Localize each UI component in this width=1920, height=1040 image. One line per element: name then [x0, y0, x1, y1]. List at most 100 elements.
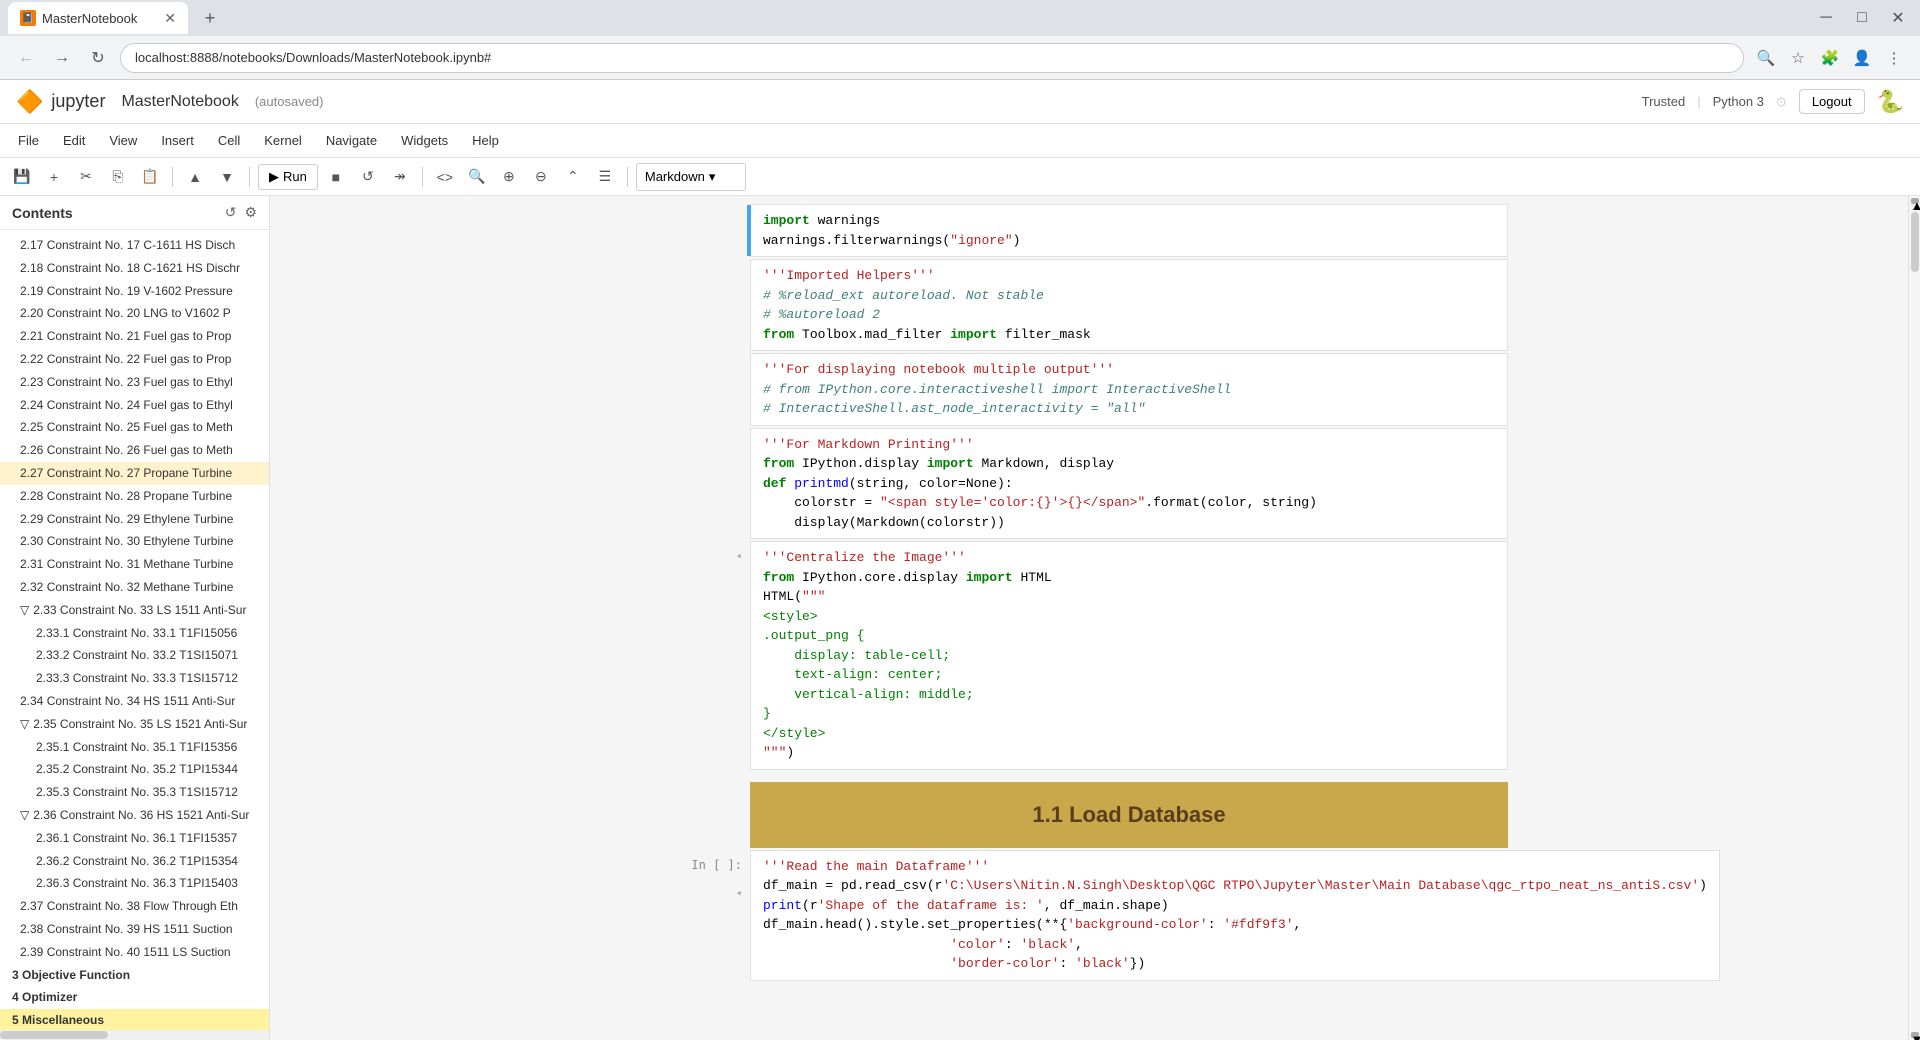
- move-down-button[interactable]: ▼: [213, 163, 241, 191]
- toc-item-2-30[interactable]: 2.30 Constraint No. 30 Ethylene Turbine: [0, 530, 269, 553]
- search-icon[interactable]: 🔍: [1752, 44, 1780, 72]
- restart-run-button[interactable]: ↠: [386, 163, 414, 191]
- cell-content-load-db[interactable]: '''Read the main Dataframe''' df_main = …: [750, 850, 1720, 981]
- code-button[interactable]: <>: [431, 163, 459, 191]
- forward-button[interactable]: →: [48, 44, 76, 72]
- cell-content[interactable]: '''Imported Helpers''' # %reload_ext aut…: [750, 259, 1508, 351]
- bookmark-icon[interactable]: ☆: [1784, 44, 1812, 72]
- toc-item-2-32[interactable]: 2.32 Constraint No. 32 Methane Turbine: [0, 576, 269, 599]
- collapse-cell-icon[interactable]: ◂: [735, 549, 742, 562]
- toc-item-2-21[interactable]: 2.21 Constraint No. 21 Fuel gas to Prop: [0, 325, 269, 348]
- scrollbar-thumb[interactable]: [1911, 212, 1919, 272]
- toc-item-2-20[interactable]: 2.20 Constraint No. 20 LNG to V1602 P: [0, 302, 269, 325]
- move-up-button[interactable]: ▲: [181, 163, 209, 191]
- close-button[interactable]: ✕: [1884, 4, 1912, 32]
- back-button[interactable]: ←: [12, 44, 40, 72]
- sidebar-refresh-icon[interactable]: ↺: [225, 204, 237, 221]
- toc-item-2-39[interactable]: 2.39 Constraint No. 40 1511 LS Suction: [0, 941, 269, 964]
- copy-button[interactable]: ⎘: [104, 163, 132, 191]
- toc-item-2-38[interactable]: 2.38 Constraint No. 39 HS 1511 Suction: [0, 918, 269, 941]
- toc-item-2-35-3[interactable]: 2.35.3 Constraint No. 35.3 T1SI15712: [0, 781, 269, 804]
- save-button[interactable]: 💾: [8, 163, 36, 191]
- paste-button[interactable]: 📋: [136, 163, 164, 191]
- toc-item-2-29[interactable]: 2.29 Constraint No. 29 Ethylene Turbine: [0, 508, 269, 531]
- toc-item-2-27[interactable]: 2.27 Constraint No. 27 Propane Turbine: [0, 462, 269, 485]
- menu-edit[interactable]: Edit: [53, 129, 95, 152]
- toc-item-2-35[interactable]: ▽2.35 Constraint No. 35 LS 1521 Anti-Sur: [0, 713, 269, 736]
- toc-item-2-34[interactable]: 2.34 Constraint No. 34 HS 1511 Anti-Sur: [0, 690, 269, 713]
- toc-item-2-33-3[interactable]: 2.33.3 Constraint No. 33.3 T1SI15712: [0, 667, 269, 690]
- toc-item-2-22[interactable]: 2.22 Constraint No. 22 Fuel gas to Prop: [0, 348, 269, 371]
- cell-content[interactable]: '''For displaying notebook multiple outp…: [750, 353, 1508, 426]
- run-button[interactable]: ▶ Run: [258, 164, 318, 190]
- toc-item-2-36[interactable]: ▽2.36 Constraint No. 36 HS 1521 Anti-Sur: [0, 804, 269, 827]
- reload-button[interactable]: ↻: [84, 44, 112, 72]
- toc-item-2-36-2[interactable]: 2.36.2 Constraint No. 36.2 T1PI15354: [0, 850, 269, 873]
- browser-tab[interactable]: 📓 MasterNotebook ✕: [8, 2, 188, 34]
- toc-item-2-23[interactable]: 2.23 Constraint No. 23 Fuel gas to Ethyl: [0, 371, 269, 394]
- collapse-loaddb-icon[interactable]: ◂: [735, 886, 742, 899]
- toc-item-2-35-2[interactable]: 2.35.2 Constraint No. 35.2 T1PI15344: [0, 758, 269, 781]
- toc-item-2-17[interactable]: 2.17 Constraint No. 17 C-1611 HS Disch: [0, 234, 269, 257]
- menu-kernel[interactable]: Kernel: [254, 129, 312, 152]
- toc-item-2-25[interactable]: 2.25 Constraint No. 25 Fuel gas to Meth: [0, 416, 269, 439]
- menu-navigate[interactable]: Navigate: [316, 129, 387, 152]
- cell-content[interactable]: '''For Markdown Printing''' from IPython…: [750, 428, 1508, 540]
- zoom-out-button[interactable]: ⊖: [527, 163, 555, 191]
- maximize-button[interactable]: □: [1848, 4, 1876, 32]
- notebook-area[interactable]: import warnings warnings.filterwarnings(…: [270, 196, 1908, 1040]
- toc-item-2-36-1[interactable]: 2.36.1 Constraint No. 36.1 T1FI15357: [0, 827, 269, 850]
- toc-item-2-28[interactable]: 2.28 Constraint No. 28 Propane Turbine: [0, 485, 269, 508]
- logout-button[interactable]: Logout: [1799, 89, 1865, 114]
- right-scrollbar[interactable]: ▲ ▼: [1908, 196, 1920, 1040]
- toc-item-2-18[interactable]: 2.18 Constraint No. 18 C-1621 HS Dischr: [0, 257, 269, 280]
- cell-prompt: [670, 428, 750, 540]
- python-icon: 🐍: [1877, 89, 1904, 115]
- toc-item-2-33-1[interactable]: 2.33.1 Constraint No. 33.1 T1FI15056: [0, 622, 269, 645]
- search-button[interactable]: 🔍: [463, 163, 491, 191]
- scroll-down-arrow[interactable]: ▼: [1911, 1032, 1919, 1038]
- toggle-output-button[interactable]: ⌃: [559, 163, 587, 191]
- sidebar-settings-icon[interactable]: ⚙: [244, 204, 257, 221]
- profile-icon[interactable]: 👤: [1848, 44, 1876, 72]
- toc-item-3[interactable]: 3 Objective Function: [0, 964, 269, 987]
- toggle-headers-button[interactable]: ☰: [591, 163, 619, 191]
- sidebar-bottom-scrollbar[interactable]: [0, 1030, 269, 1040]
- toc-item-2-33-2[interactable]: 2.33.2 Constraint No. 33.2 T1SI15071: [0, 644, 269, 667]
- address-bar[interactable]: localhost:8888/notebooks/Downloads/Maste…: [120, 43, 1744, 73]
- code-line: '''For Markdown Printing''': [763, 435, 1495, 455]
- toc-item-2-36-3[interactable]: 2.36.3 Constraint No. 36.3 T1PI15403: [0, 872, 269, 895]
- toc-item-4[interactable]: 4 Optimizer: [0, 986, 269, 1009]
- cell-content[interactable]: '''Centralize the Image''' from IPython.…: [750, 541, 1508, 770]
- notebook-title[interactable]: MasterNotebook: [121, 93, 238, 111]
- extensions-icon[interactable]: 🧩: [1816, 44, 1844, 72]
- menu-view[interactable]: View: [99, 129, 147, 152]
- sidebar-icons: ↺ ⚙: [225, 204, 257, 221]
- toc-item-2-26[interactable]: 2.26 Constraint No. 26 Fuel gas to Meth: [0, 439, 269, 462]
- cut-button[interactable]: ✂: [72, 163, 100, 191]
- interrupt-button[interactable]: ■: [322, 163, 350, 191]
- cell-type-dropdown[interactable]: Markdown ▾: [636, 163, 746, 191]
- restart-button[interactable]: ↺: [354, 163, 382, 191]
- menu-widgets[interactable]: Widgets: [391, 129, 458, 152]
- toc-item-2-31[interactable]: 2.31 Constraint No. 31 Methane Turbine: [0, 553, 269, 576]
- tab-close-button[interactable]: ✕: [164, 10, 176, 27]
- menu-cell[interactable]: Cell: [208, 129, 250, 152]
- menu-help[interactable]: Help: [462, 129, 509, 152]
- code-line: print(r'Shape of the dataframe is: ', df…: [763, 896, 1707, 916]
- menu-insert[interactable]: Insert: [151, 129, 204, 152]
- more-menu-icon[interactable]: ⋮: [1880, 44, 1908, 72]
- toc-item-2-35-1[interactable]: 2.35.1 Constraint No. 35.1 T1FI15356: [0, 736, 269, 759]
- cell-content[interactable]: import warnings warnings.filterwarnings(…: [750, 204, 1508, 257]
- toc-item-2-24[interactable]: 2.24 Constraint No. 24 Fuel gas to Ethyl: [0, 394, 269, 417]
- minimize-button[interactable]: ─: [1812, 4, 1840, 32]
- menu-file[interactable]: File: [8, 129, 49, 152]
- toc-item-2-37[interactable]: 2.37 Constraint No. 38 Flow Through Eth: [0, 895, 269, 918]
- zoom-in-button[interactable]: ⊕: [495, 163, 523, 191]
- new-tab-button[interactable]: +: [196, 4, 224, 32]
- toc-item-5[interactable]: 5 Miscellaneous: [0, 1009, 269, 1030]
- toc-item-2-33[interactable]: ▽2.33 Constraint No. 33 LS 1511 Anti-Sur: [0, 599, 269, 622]
- scroll-up-arrow[interactable]: ▲: [1911, 198, 1919, 204]
- toc-item-2-19[interactable]: 2.19 Constraint No. 19 V-1602 Pressure: [0, 280, 269, 303]
- add-cell-button[interactable]: +: [40, 163, 68, 191]
